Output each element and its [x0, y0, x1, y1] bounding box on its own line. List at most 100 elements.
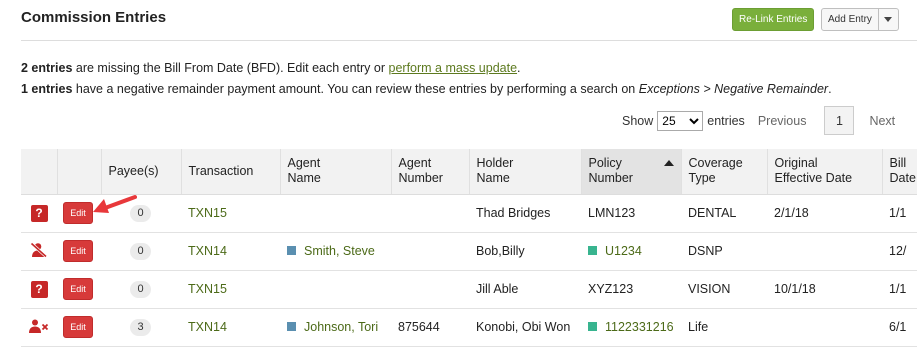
- payees-count-badge: 0: [130, 242, 151, 260]
- negative-remainder-count: 1 entries: [21, 82, 73, 96]
- actions-cell: Edit: [57, 308, 101, 347]
- page-size-select[interactable]: 25: [657, 110, 704, 131]
- col-agent-name[interactable]: Agent Name: [280, 149, 392, 195]
- agent-number-cell: 875644: [391, 308, 469, 347]
- caret-down-icon: [884, 17, 893, 22]
- policy-number-text: XYZ123: [588, 282, 634, 296]
- table-header-row: Payee(s) Transaction Agent Name Agent Numb…: [21, 149, 917, 195]
- col-actions: [57, 149, 102, 195]
- agent-name-link[interactable]: Johnson, Tori: [304, 320, 378, 334]
- table-row: ? Edit 0 TXN15 Jill Able XYZ123 VISION 10/1/18 1…: [21, 270, 917, 309]
- policy-number-link[interactable]: 1122331216: [605, 320, 674, 334]
- col-payees[interactable]: Payee(s): [101, 149, 182, 195]
- bill-date-cell: 1/1: [882, 194, 917, 233]
- holder-name-cell: Bob,Billy: [469, 232, 581, 271]
- transaction-link[interactable]: TXN15: [188, 282, 227, 296]
- col-coverage-type[interactable]: Coverage Type: [681, 149, 768, 195]
- transaction-link[interactable]: TXN14: [188, 320, 227, 334]
- user-x-icon: [29, 319, 49, 333]
- next-page-button[interactable]: Next: [869, 114, 895, 128]
- original-effective-date-cell: [767, 232, 882, 271]
- question-icon: ?: [30, 280, 48, 298]
- col-payees-label: Payee(s): [108, 163, 159, 178]
- col-transaction-label: Transaction: [188, 163, 254, 178]
- agent-name-cell: [280, 194, 391, 233]
- entries-label: entries: [707, 113, 745, 128]
- relink-entries-button[interactable]: Re-Link Entries: [732, 8, 815, 31]
- table-row: Edit 3 TXN14 Johnson, Tori 875644 Konobi, Obi…: [21, 308, 917, 347]
- agent-name-link[interactable]: Smith, Steve: [304, 244, 375, 258]
- header-divider: [21, 40, 917, 41]
- col-bill-date[interactable]: Bill Date: [882, 149, 917, 195]
- policy-marker-icon: [588, 246, 597, 255]
- add-entry-button[interactable]: Add Entry: [822, 9, 878, 30]
- transaction-link[interactable]: TXN14: [188, 244, 227, 258]
- previous-page-button[interactable]: Previous: [758, 114, 807, 128]
- coverage-type-cell: DSNP: [681, 232, 767, 271]
- col-transaction[interactable]: Transaction: [181, 149, 281, 195]
- agent-number-cell: [391, 194, 469, 233]
- missing-bfd-count: 2 entries: [21, 61, 73, 75]
- payees-count-badge: 0: [130, 280, 151, 298]
- status-cell: ?: [21, 270, 57, 309]
- page-title: Commission Entries: [21, 9, 167, 26]
- agent-number-cell: [391, 232, 469, 271]
- edit-button[interactable]: Edit: [63, 316, 93, 338]
- negative-remainder-text: have a negative remainder payment amount…: [72, 82, 639, 96]
- actions-cell: Edit: [57, 270, 101, 309]
- agent-marker-icon: [287, 322, 296, 331]
- transaction-link[interactable]: TXN15: [188, 206, 227, 220]
- col-status: [21, 149, 58, 195]
- payees-cell: 0: [101, 270, 181, 309]
- col-agent-name-label: Agent Name: [287, 156, 321, 186]
- transaction-cell: TXN14: [181, 232, 280, 271]
- negative-remainder-notice: 1 entries have a negative remainder paym…: [21, 82, 832, 96]
- table-row: ? Edit 0 TXN15 Thad Bridges LMN123 DENTAL 2/1/1…: [21, 194, 917, 233]
- page-number-button[interactable]: 1: [824, 106, 855, 135]
- original-effective-date-cell: 10/1/18: [767, 270, 882, 309]
- sort-ascending-icon: [663, 160, 674, 166]
- status-cell: [21, 232, 57, 271]
- status-cell: [21, 308, 57, 347]
- col-agent-number-label: Agent Number: [398, 156, 443, 186]
- mass-update-link[interactable]: perform a mass update: [389, 61, 518, 75]
- original-effective-date-cell: 2/1/18: [767, 194, 882, 233]
- actions-cell: Edit: [57, 232, 101, 271]
- missing-bfd-notice: 2 entries are missing the Bill From Date…: [21, 61, 521, 75]
- edit-button[interactable]: Edit: [63, 240, 93, 262]
- policy-number-cell: U1234: [581, 232, 681, 271]
- policy-number-text: LMN123: [588, 206, 636, 220]
- agent-name-cell: Johnson, Tori: [280, 308, 391, 347]
- show-label: Show: [622, 113, 654, 128]
- policy-number-cell: 1122331216: [581, 308, 681, 347]
- missing-bfd-text: are missing the Bill From Date (BFD). Ed…: [72, 61, 389, 75]
- exceptions-path: Exceptions > Negative Remainder: [638, 82, 829, 96]
- policy-number-link[interactable]: U1234: [605, 244, 642, 258]
- add-entry-dropdown-toggle[interactable]: [877, 9, 898, 30]
- col-original-effective-date[interactable]: Original Effective Date: [767, 149, 883, 195]
- edit-button[interactable]: Edit: [63, 202, 93, 224]
- add-entry-button-group: Add Entry: [821, 8, 899, 31]
- col-policy-number[interactable]: Policy Number: [581, 149, 682, 195]
- agent-number-cell: [391, 270, 469, 309]
- col-bill-date-label: Bill Date: [889, 156, 916, 186]
- original-effective-date-cell: [767, 308, 882, 347]
- agent-name-cell: [280, 270, 391, 309]
- policy-marker-icon: [588, 322, 597, 331]
- coverage-type-cell: Life: [681, 308, 767, 347]
- payees-cell: 3: [101, 308, 181, 347]
- col-policy-number-label: Policy Number: [588, 156, 633, 186]
- notice-period: .: [828, 82, 832, 96]
- holder-name-cell: Thad Bridges: [469, 194, 581, 233]
- coverage-type-cell: DENTAL: [681, 194, 767, 233]
- agent-marker-icon: [287, 246, 296, 255]
- status-cell: ?: [21, 194, 57, 233]
- bill-date-cell: 12/: [882, 232, 917, 271]
- bill-date-cell: 1/1: [882, 270, 917, 309]
- edit-button[interactable]: Edit: [63, 278, 93, 300]
- transaction-cell: TXN15: [181, 194, 280, 233]
- col-agent-number[interactable]: Agent Number: [391, 149, 470, 195]
- col-holder-name[interactable]: Holder Name: [469, 149, 582, 195]
- col-coverage-type-label: Coverage Type: [688, 156, 743, 186]
- col-holder-name-label: Holder Name: [476, 156, 514, 186]
